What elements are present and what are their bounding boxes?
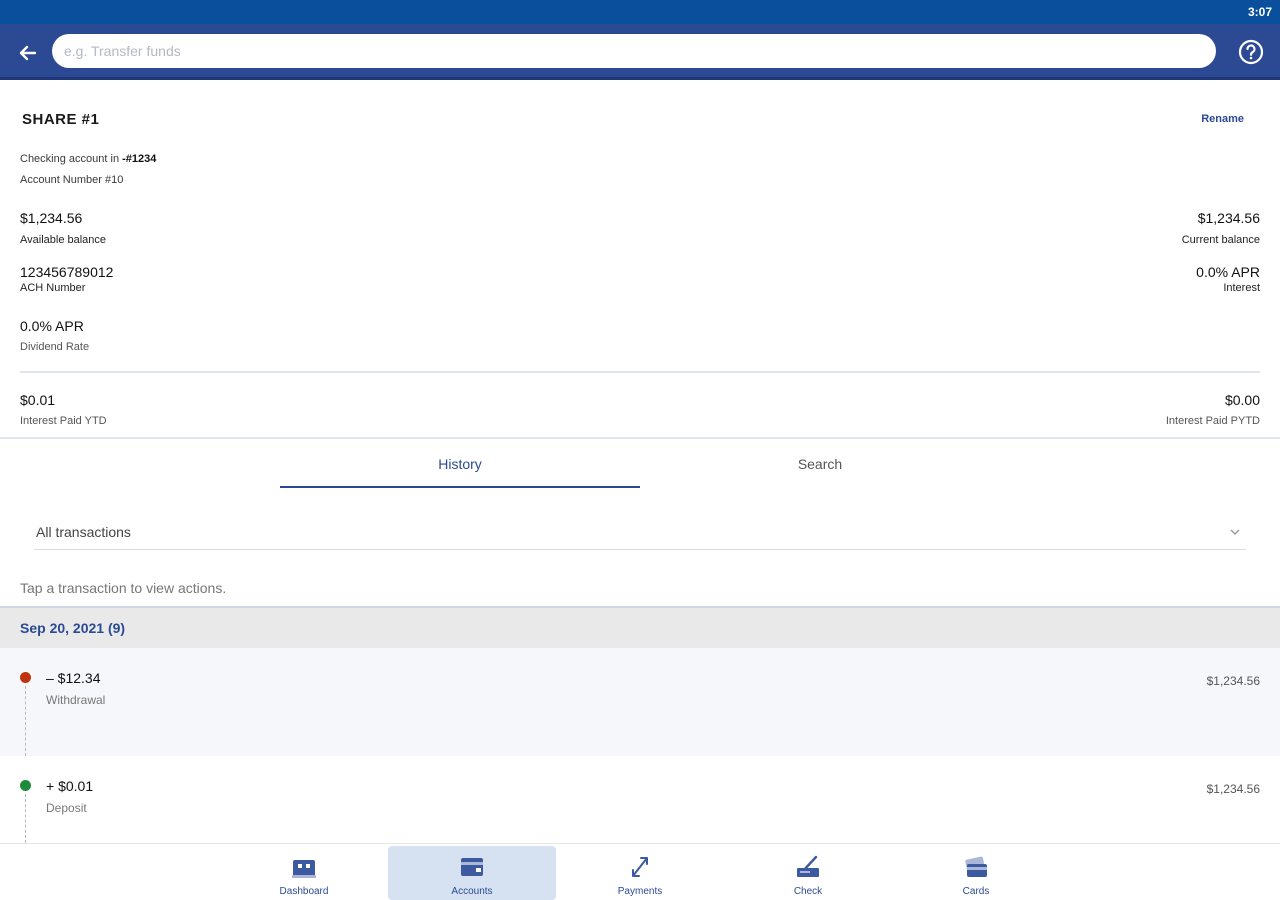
transfer-arrows-icon (632, 857, 648, 877)
dividend-rate-value: 0.0% APR (20, 318, 84, 334)
cards-icon (965, 856, 987, 877)
transaction-amount: – $12.34 (46, 670, 101, 686)
nav-check-label: Check (793, 886, 823, 897)
date-group-label: Sep 20, 2021 (9) (20, 620, 126, 636)
nav-check[interactable]: Check (724, 846, 892, 900)
nav-cards-label: Cards (962, 886, 990, 897)
search-input[interactable] (52, 34, 1216, 68)
timeline-connector (25, 794, 26, 843)
account-details-card: SHARE #1 Rename Checking account in -#12… (0, 83, 1280, 439)
divider (20, 371, 1260, 373)
check-deposit-icon (797, 855, 819, 877)
interest-rate-value: 0.0% APR (1196, 264, 1260, 280)
available-balance-label: Available balance (20, 234, 107, 246)
interest-paid-ytd-value: $0.01 (20, 392, 56, 408)
status-bar: 3:07 (0, 0, 1280, 24)
dividend-rate-label: Dividend Rate (20, 341, 90, 353)
transaction-balance: $1,234.56 (1206, 674, 1260, 688)
transaction-hint: Tap a transaction to view actions. (20, 580, 227, 596)
checking-account-suffix: -#1234 (122, 153, 157, 165)
date-group-header: Sep 20, 2021 (9) (0, 606, 1280, 648)
account-title: SHARE #1 (22, 111, 100, 128)
interest-paid-pytd-label: Interest Paid PYTD (1165, 415, 1260, 427)
nav-payments[interactable]: Payments (556, 846, 724, 900)
question-circle-icon (1238, 39, 1264, 65)
current-balance-label: Current balance (1181, 234, 1260, 246)
arrow-left-icon (19, 45, 37, 61)
transaction-row[interactable]: – $12.34 Withdrawal $1,234.56 (0, 648, 1280, 756)
interest-paid-pytd-value: $0.00 (1224, 392, 1260, 408)
interest-paid-ytd-label: Interest Paid YTD (20, 415, 107, 427)
rename-button[interactable]: Rename (1201, 113, 1244, 125)
nav-accounts-label: Accounts (451, 886, 493, 897)
status-time: 3:07 (1247, 5, 1272, 19)
available-balance-value: $1,234.56 (20, 210, 83, 226)
nav-dashboard[interactable]: Dashboard (220, 846, 388, 900)
transaction-amount: + $0.01 (46, 778, 94, 794)
chevron-down-icon (1230, 529, 1240, 535)
transaction-description: Deposit (46, 801, 87, 815)
filter-selected-value: All transactions (36, 524, 131, 540)
nav-accounts[interactable]: Accounts (388, 846, 556, 900)
deposit-status-dot (20, 780, 31, 791)
wallet-icon (461, 858, 483, 876)
timeline-connector (25, 686, 26, 756)
checking-account-line: Checking account in -#1234 (20, 153, 156, 165)
interest-rate-label: Interest (1223, 282, 1260, 294)
ach-number-label: ACH Number (20, 282, 86, 294)
app-bar (0, 24, 1280, 80)
bank-icon (292, 860, 316, 878)
current-balance-value: $1,234.56 (1197, 210, 1260, 226)
withdrawal-status-dot (20, 672, 31, 683)
transaction-balance: $1,234.56 (1206, 782, 1260, 796)
transaction-row[interactable]: + $0.01 Deposit $1,234.56 (0, 756, 1280, 843)
ach-number-value: 123456789012 (20, 264, 114, 280)
transaction-filter-select[interactable]: All transactions (34, 516, 1246, 550)
nav-payments-label: Payments (617, 886, 663, 897)
back-button[interactable] (12, 37, 44, 69)
transaction-description: Withdrawal (46, 693, 106, 707)
tab-search[interactable]: Search (640, 440, 1000, 488)
checking-account-prefix: Checking account in (20, 153, 123, 165)
history-search-tabs: History Search (280, 440, 1000, 488)
tab-history[interactable]: History (280, 440, 640, 488)
nav-cards[interactable]: Cards (892, 846, 1060, 900)
help-button[interactable] (1236, 37, 1266, 67)
bottom-navigation: Dashboard Accounts Payments Check Cards (0, 843, 1280, 900)
nav-dashboard-label: Dashboard (279, 886, 329, 897)
account-number: Account Number #10 (20, 174, 124, 186)
